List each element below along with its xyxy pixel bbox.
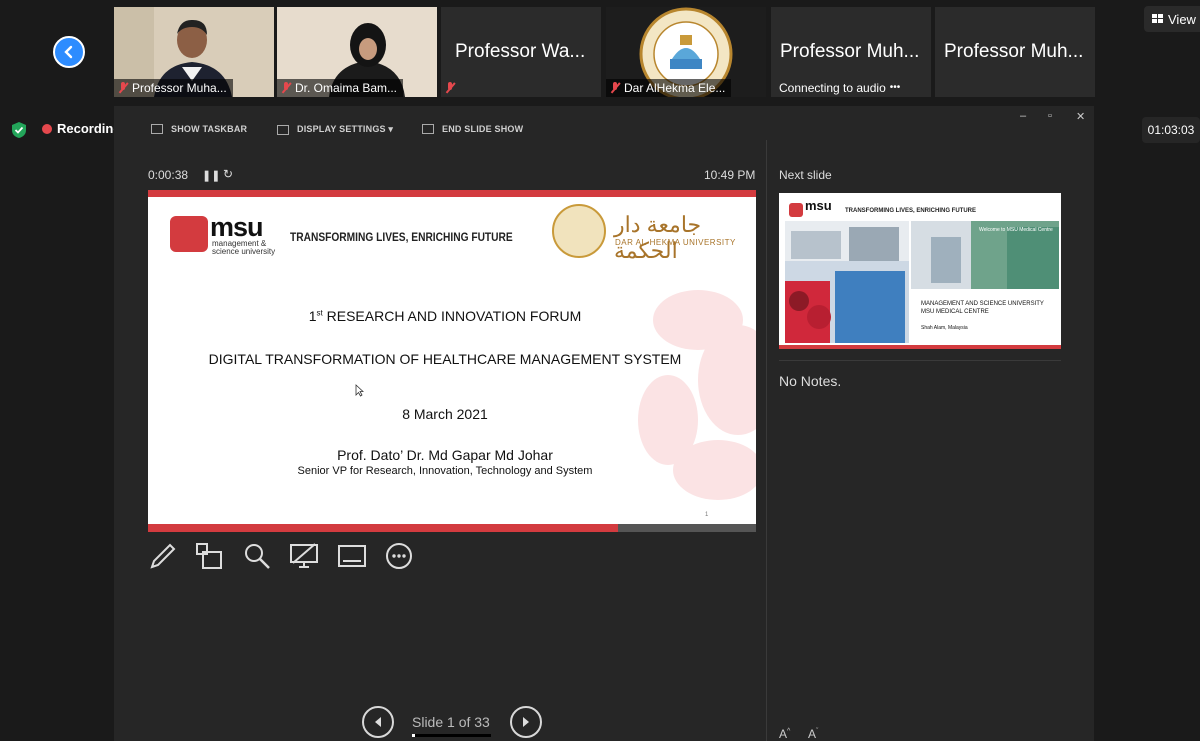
welcome-text: Welcome to MSU Medical Centre — [979, 227, 1053, 233]
current-slide[interactable]: msu management & science university TRAN… — [148, 190, 756, 532]
more-dots-icon[interactable]: ••• — [890, 79, 901, 97]
participant-name-bar: Connecting to audio ••• — [775, 79, 906, 97]
participant-tile-1[interactable]: Professor Muha... — [114, 7, 274, 97]
participant-name-bar: Dr. Omaima Bam... — [277, 79, 404, 97]
show-taskbar-label: SHOW TASKBAR — [171, 124, 248, 134]
pause-icon[interactable]: ❚❚ — [202, 169, 220, 182]
show-taskbar-button[interactable]: SHOW TASKBAR — [151, 124, 247, 134]
participant-big-name: Professor Muh... — [780, 41, 920, 62]
pen-icon[interactable] — [148, 541, 178, 571]
display-settings-button[interactable]: DISPLAY SETTINGS ▾ — [277, 124, 393, 135]
security-shield-icon[interactable] — [11, 121, 27, 139]
slide-progress-fill — [412, 734, 415, 737]
slide-counter[interactable]: Slide 1 of 33 — [412, 714, 490, 730]
participant-big-name: Professor Muh... — [944, 41, 1084, 62]
mic-off-icon — [118, 82, 128, 94]
elapsed-time: 0:00:38 — [148, 168, 189, 182]
mouse-cursor-icon — [355, 384, 364, 397]
participant-tile-5[interactable]: Professor Muh... Connecting to audio ••• — [771, 7, 931, 97]
slide-progress-bar — [412, 734, 491, 737]
dar-alhekma-seal — [552, 204, 606, 258]
panel-divider — [766, 140, 767, 741]
current-time: 10:49 PM — [704, 168, 756, 182]
participant-status: Connecting to audio — [779, 81, 886, 95]
display-settings-label: DISPLAY SETTINGS ▾ — [297, 124, 394, 134]
taskbar-icon — [151, 124, 163, 134]
participant-name-bar: Professor Muha... — [114, 79, 233, 97]
mic-off-icon — [610, 82, 620, 94]
slide-tagline: TRANSFORMING LIVES, ENRICHING FUTURE — [290, 230, 513, 244]
next-slide-label: Next slide — [779, 168, 832, 182]
slide-main-title: DIGITAL TRANSFORMATION OF HEALTHCARE MAN… — [208, 351, 682, 367]
notes-divider — [779, 360, 1061, 361]
next-slide-bottom-bar — [779, 345, 1061, 349]
next-slide-tagline: TRANSFORMING LIVES, ENRICHING FUTURE — [845, 208, 977, 214]
slide-bottom-bar-dark — [618, 524, 756, 532]
next-slide-location: Shah Alam, Malaysia — [921, 325, 968, 331]
close-button[interactable]: ✕ — [1076, 110, 1085, 123]
subtitles-icon[interactable] — [337, 541, 367, 571]
participant-tile-6[interactable]: Professor Muh... — [935, 7, 1095, 97]
chevron-left-icon — [64, 45, 73, 59]
previous-slide-button[interactable] — [362, 706, 394, 738]
minimize-button[interactable]: – — [1020, 110, 1026, 122]
participant-name-bar: Dar AlHekma Ele... — [606, 79, 732, 97]
display-icon — [277, 124, 289, 135]
decrease-font-icon[interactable]: Aˇ — [808, 727, 818, 741]
black-screen-icon[interactable] — [289, 541, 319, 571]
view-button[interactable]: View — [1144, 6, 1200, 32]
view-label: View — [1168, 11, 1196, 27]
participant-name-bar — [441, 79, 461, 97]
next-slide-button[interactable] — [510, 706, 542, 738]
mic-off-icon — [281, 82, 291, 94]
end-slide-show-button[interactable]: END SLIDE SHOW — [422, 124, 523, 134]
slide-date: 8 March 2021 — [402, 406, 488, 422]
recording-label[interactable]: Recording — [57, 121, 121, 136]
next-slide-line-1: MANAGEMENT AND SCIENCE UNIVERSITY — [921, 301, 1044, 307]
participant-name: Professor Muha... — [132, 81, 227, 95]
speaker-name: Prof. Dato’ Dr. Md Gapar Md Johar — [337, 447, 553, 463]
increase-font-icon[interactable]: A^ — [779, 727, 790, 741]
participant-name: Dr. Omaima Bam... — [295, 81, 398, 95]
forum-title: RESEARCH AND INNOVATION FORUM — [322, 308, 582, 324]
grid-icon — [1152, 14, 1163, 23]
more-options-icon[interactable] — [384, 541, 414, 571]
recording-dot-icon — [42, 124, 52, 134]
end-slide-show-label: END SLIDE SHOW — [442, 124, 524, 134]
next-slide-thumbnail[interactable]: msu TRANSFORMING LIVES, ENRICHING FUTURE… — [779, 193, 1061, 349]
participant-tile-3[interactable]: Professor Wa... — [441, 7, 601, 97]
slide-top-bar — [148, 190, 756, 197]
slide-page-number: 1 — [705, 512, 709, 518]
hospital-building-image — [785, 221, 909, 343]
forum-title-line: 1st RESEARCH AND INNOVATION FORUM — [148, 308, 742, 324]
participant-tile-2[interactable]: Dr. Omaima Bam... — [277, 7, 437, 97]
next-slide-line-2: MSU MEDICAL CENTRE — [921, 309, 989, 315]
restore-button[interactable]: ▫ — [1048, 110, 1052, 122]
participant-big-name: Professor Wa... — [455, 41, 586, 62]
speaker-role: Senior VP for Research, Innovation, Tech… — [297, 465, 593, 477]
msu-logo-mark — [789, 203, 803, 217]
meeting-timer: 01:03:03 — [1142, 117, 1200, 143]
zoom-icon[interactable] — [242, 541, 272, 571]
speaker-notes: No Notes. — [779, 373, 842, 389]
next-msu-logo-text: msu — [805, 198, 832, 213]
msu-logo-subtext: management & science university — [212, 239, 276, 256]
msu-logo-mark — [170, 216, 208, 252]
participant-name: Dar AlHekma Ele... — [624, 81, 726, 95]
triangle-left-icon — [375, 717, 381, 727]
forum-ordinal: 1 — [308, 308, 317, 324]
end-show-icon — [422, 124, 434, 134]
see-all-slides-icon[interactable] — [194, 541, 224, 571]
restart-timer-icon[interactable]: ↻ — [223, 167, 233, 181]
mic-off-icon — [445, 82, 455, 94]
back-button[interactable] — [53, 36, 85, 68]
participant-tile-4[interactable]: Dar AlHekma Ele... — [606, 7, 766, 97]
dar-alhekma-english-name: DAR AL-HEKMA UNIVERSITY — [615, 238, 736, 247]
triangle-right-icon — [523, 717, 529, 727]
